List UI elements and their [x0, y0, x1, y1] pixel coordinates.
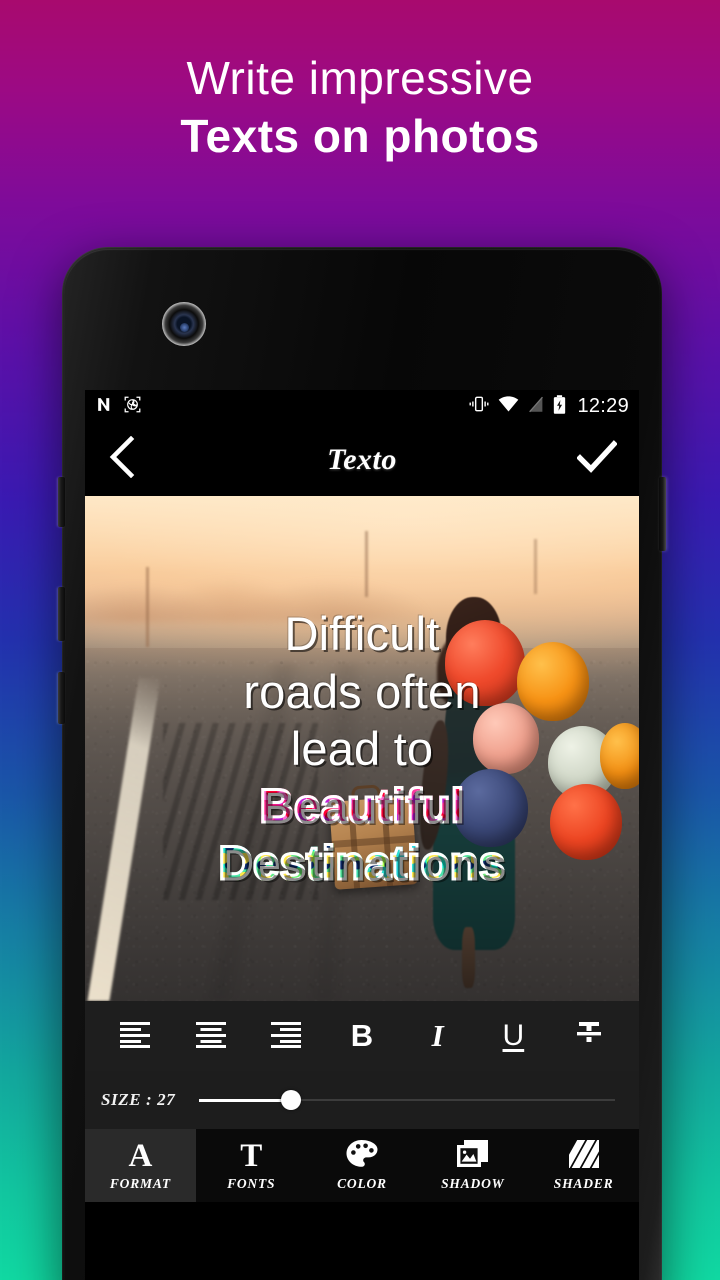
underline-icon: U	[502, 1019, 525, 1052]
tab-format[interactable]: A FORMAT	[85, 1129, 196, 1202]
no-sim-icon	[528, 396, 544, 418]
letter-a-icon: A	[128, 1137, 153, 1174]
bottom-tab-bar: A FORMAT T FONTS COLOR SHADOW SHADER	[85, 1129, 639, 1202]
slider-thumb[interactable]	[280, 1090, 301, 1110]
volume-down-button[interactable]	[58, 587, 65, 641]
format-toolbar: B I U	[85, 1001, 639, 1071]
phone-mockup: 12:29 Texto Difficult roads often lead t…	[58, 247, 666, 1280]
overlay-line-2: roads often	[243, 664, 481, 718]
size-slider[interactable]	[199, 1085, 615, 1115]
check-icon[interactable]	[576, 440, 618, 479]
italic-icon: I	[431, 1018, 444, 1053]
align-left-icon	[118, 1020, 152, 1053]
text-overlay[interactable]: Difficult roads often lead to Beautiful …	[85, 496, 639, 1001]
promo-line-2: Texts on photos	[180, 109, 540, 162]
size-label: SIZE : 27	[101, 1090, 176, 1109]
page-title: Texto	[327, 442, 397, 476]
overlay-line-5: Destinations	[217, 834, 507, 892]
align-center-button[interactable]	[183, 1010, 239, 1062]
power-button[interactable]	[659, 477, 666, 551]
phone-screen: 12:29 Texto Difficult roads often lead t…	[85, 390, 639, 1280]
tab-fonts-label: FONTS	[227, 1176, 276, 1191]
overlay-line-3: lead to	[290, 721, 434, 775]
align-left-button[interactable]	[107, 1010, 163, 1062]
size-row: SIZE : 27	[85, 1071, 639, 1129]
promo-heading: Write impressive Texts on photos	[0, 52, 720, 167]
strikethrough-button[interactable]	[561, 1010, 617, 1062]
bold-button[interactable]: B	[334, 1010, 390, 1062]
status-bar: 12:29	[85, 390, 639, 423]
tab-shader-label: SHADER	[553, 1176, 614, 1191]
letter-t-icon: T	[240, 1137, 263, 1174]
slider-fill	[199, 1098, 291, 1102]
aperture-icon	[123, 395, 142, 419]
palette-icon	[345, 1139, 378, 1174]
underline-button[interactable]: U	[485, 1010, 541, 1062]
volume-up-button[interactable]	[58, 477, 65, 527]
tab-shadow[interactable]: SHADOW	[417, 1129, 528, 1202]
tab-color[interactable]: COLOR	[307, 1129, 418, 1202]
screen-bottom-filler	[85, 1202, 639, 1257]
photo-canvas[interactable]: Difficult roads often lead to Beautiful …	[85, 496, 639, 1001]
promo-line-1: Write impressive	[186, 52, 534, 104]
align-center-icon	[194, 1020, 228, 1053]
tab-fonts[interactable]: T FONTS	[196, 1129, 307, 1202]
tab-shadow-label: SHADOW	[441, 1176, 505, 1191]
status-time: 12:29	[577, 395, 629, 417]
strikethrough-icon	[574, 1020, 604, 1053]
battery-charging-icon	[553, 394, 566, 419]
tab-shader[interactable]: SHADER	[528, 1129, 639, 1202]
overlay-line-4: Beautiful	[258, 777, 465, 835]
layers-image-icon	[456, 1139, 489, 1174]
align-right-button[interactable]	[258, 1010, 314, 1062]
vibrate-icon	[469, 396, 489, 417]
stripes-icon	[568, 1139, 600, 1174]
overlay-line-1: Difficult	[284, 607, 440, 661]
android-n-icon	[95, 395, 114, 419]
align-right-icon	[269, 1020, 303, 1053]
tab-color-label: COLOR	[337, 1176, 387, 1191]
bold-icon: B	[350, 1018, 374, 1053]
app-bar: Texto	[85, 423, 639, 496]
back-chevron-icon[interactable]	[107, 435, 137, 483]
mute-button[interactable]	[58, 672, 65, 724]
italic-button[interactable]: I	[410, 1010, 466, 1062]
wifi-icon	[498, 396, 519, 417]
front-camera-icon	[162, 302, 206, 346]
tab-format-label: FORMAT	[109, 1176, 171, 1191]
